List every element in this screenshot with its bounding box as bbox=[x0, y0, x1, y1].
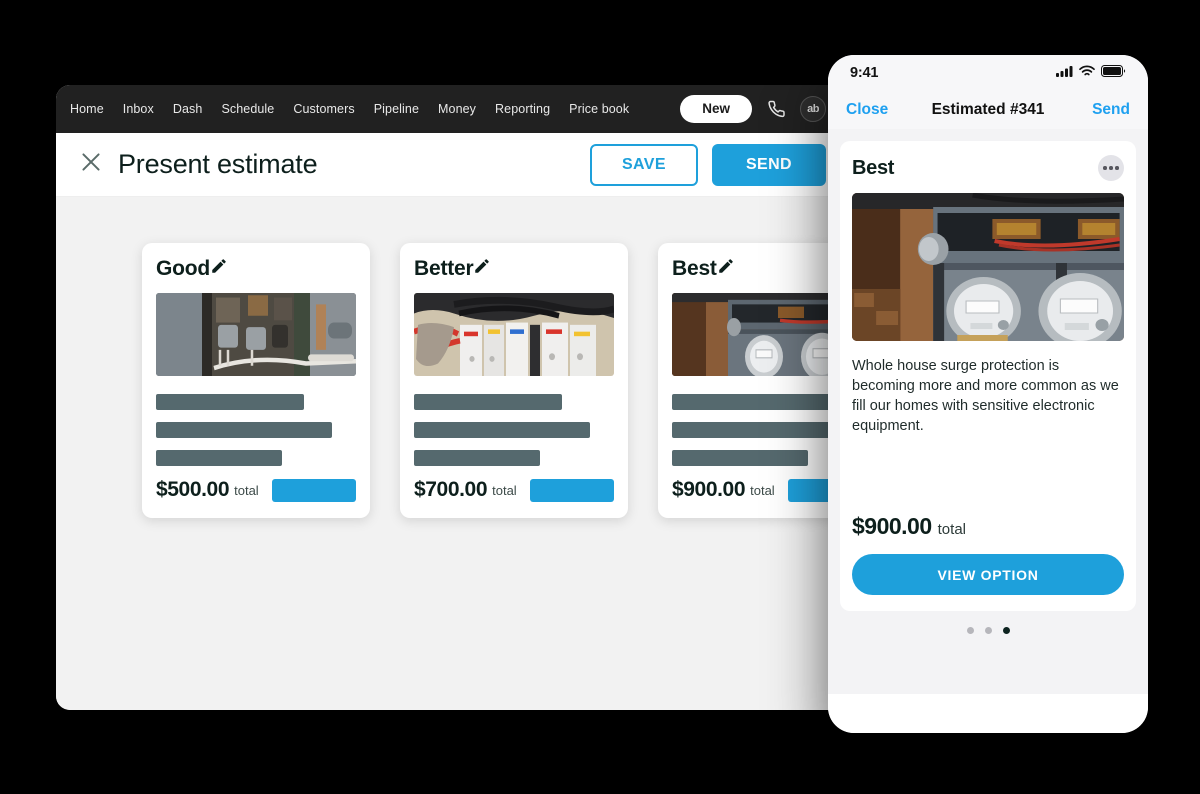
estimate-option-card[interactable]: Best $900.00 total bbox=[658, 243, 844, 518]
card-price-suffix: total bbox=[750, 482, 775, 498]
nav-link-money[interactable]: Money bbox=[438, 102, 476, 116]
placeholder-bar bbox=[414, 422, 590, 438]
mobile-card-photo bbox=[852, 193, 1124, 341]
mobile-card-header: Best bbox=[852, 155, 1124, 181]
pencil-icon[interactable] bbox=[717, 257, 735, 280]
card-title: Better bbox=[414, 257, 474, 280]
card-title: Good bbox=[156, 257, 211, 280]
nav-link-schedule[interactable]: Schedule bbox=[221, 102, 274, 116]
send-button[interactable]: Send bbox=[1092, 101, 1130, 119]
new-button[interactable]: New bbox=[680, 95, 752, 123]
mobile-preview-frame: 9:41 Close Estimated #341 Send Best Whol… bbox=[828, 55, 1148, 733]
card-price-suffix: total bbox=[234, 482, 259, 498]
mobile-nav-bar: Close Estimated #341 Send bbox=[828, 91, 1148, 129]
placeholder-bar bbox=[156, 394, 304, 410]
mobile-card-description: Whole house surge protection is becoming… bbox=[852, 358, 1119, 434]
mobile-card-title: Best bbox=[852, 156, 895, 179]
card-title: Best bbox=[672, 257, 717, 280]
card-photo bbox=[672, 293, 844, 376]
nav-link-customers[interactable]: Customers bbox=[293, 102, 354, 116]
more-options-icon[interactable] bbox=[1098, 155, 1124, 181]
nav-link-reporting[interactable]: Reporting bbox=[495, 102, 550, 116]
pager-dot[interactable] bbox=[984, 627, 992, 634]
close-button[interactable]: Close bbox=[846, 101, 888, 119]
mobile-price-row: $900.00 total bbox=[852, 513, 1124, 540]
desktop-app-window: Home Inbox Dash Schedule Customers Pipel… bbox=[56, 85, 844, 710]
screenshot-stage: Home Inbox Dash Schedule Customers Pipel… bbox=[0, 0, 1200, 794]
placeholder-bar bbox=[672, 394, 844, 410]
placeholder-bar bbox=[414, 394, 562, 410]
wifi-icon bbox=[1079, 64, 1095, 82]
nav-link-price-book[interactable]: Price book bbox=[569, 102, 629, 116]
card-price-suffix: total bbox=[492, 482, 517, 498]
pencil-icon[interactable] bbox=[210, 257, 228, 280]
nav-link-home[interactable]: Home bbox=[70, 102, 104, 116]
pager-dot[interactable] bbox=[966, 627, 974, 634]
card-price-row: $700.00 total bbox=[414, 478, 614, 502]
estimate-options-list: Good $500.00 total Better $700.00 total … bbox=[56, 197, 844, 710]
card-header: Best bbox=[672, 257, 844, 281]
status-bar: 9:41 bbox=[828, 55, 1148, 91]
status-time: 9:41 bbox=[850, 65, 879, 81]
pager-dot-active[interactable] bbox=[1002, 627, 1010, 634]
card-action-button[interactable] bbox=[530, 478, 614, 502]
page-title: Present estimate bbox=[118, 149, 318, 179]
status-icons bbox=[1056, 64, 1126, 82]
nav-link-dash[interactable]: Dash bbox=[173, 102, 203, 116]
card-action-button[interactable] bbox=[272, 478, 356, 502]
cellular-signal-icon bbox=[1056, 64, 1073, 82]
nav-actions: New ab bbox=[680, 95, 828, 123]
placeholder-bar bbox=[672, 422, 844, 438]
page-header: Present estimate SAVE SEND bbox=[56, 133, 844, 197]
pencil-icon[interactable] bbox=[473, 257, 491, 280]
phone-icon[interactable] bbox=[766, 99, 786, 119]
card-photo bbox=[414, 293, 614, 376]
carousel-pager bbox=[840, 611, 1136, 634]
top-navigation-bar: Home Inbox Dash Schedule Customers Pipel… bbox=[56, 85, 844, 133]
card-photo bbox=[156, 293, 356, 376]
mobile-content: Best Whole house surge protection is bec… bbox=[828, 129, 1148, 694]
battery-icon bbox=[1101, 64, 1126, 82]
user-badge-icon[interactable]: ab bbox=[800, 96, 826, 122]
card-price: $500.00 bbox=[156, 478, 230, 501]
card-placeholder-lines bbox=[672, 394, 844, 466]
estimate-option-card[interactable]: Good $500.00 total bbox=[142, 243, 370, 518]
card-placeholder-lines bbox=[414, 394, 614, 466]
close-icon[interactable] bbox=[78, 149, 104, 180]
mobile-option-card: Best Whole house surge protection is bec… bbox=[840, 141, 1136, 611]
card-placeholder-lines bbox=[156, 394, 356, 466]
estimate-option-card[interactable]: Better $700.00 total bbox=[400, 243, 628, 518]
nav-link-pipeline[interactable]: Pipeline bbox=[374, 102, 419, 116]
send-button[interactable]: SEND bbox=[711, 143, 826, 186]
nav-link-inbox[interactable]: Inbox bbox=[123, 102, 154, 116]
save-button[interactable]: SAVE bbox=[589, 143, 698, 186]
header-actions: SAVE SEND bbox=[589, 143, 826, 186]
placeholder-bar bbox=[156, 450, 282, 466]
card-price: $700.00 bbox=[414, 478, 488, 501]
view-option-button[interactable]: VIEW OPTION bbox=[852, 554, 1124, 595]
card-header: Good bbox=[156, 257, 356, 281]
placeholder-bar bbox=[672, 450, 808, 466]
nav-links: Home Inbox Dash Schedule Customers Pipel… bbox=[70, 102, 629, 116]
placeholder-bar bbox=[156, 422, 332, 438]
card-header: Better bbox=[414, 257, 614, 281]
mobile-tab-bar bbox=[828, 694, 1148, 733]
card-price-row: $900.00 total bbox=[672, 478, 844, 502]
card-price: $900.00 bbox=[672, 478, 746, 501]
mobile-card-price-suffix: total bbox=[937, 521, 966, 538]
card-price-row: $500.00 total bbox=[156, 478, 356, 502]
mobile-card-price: $900.00 bbox=[852, 513, 932, 539]
placeholder-bar bbox=[414, 450, 540, 466]
